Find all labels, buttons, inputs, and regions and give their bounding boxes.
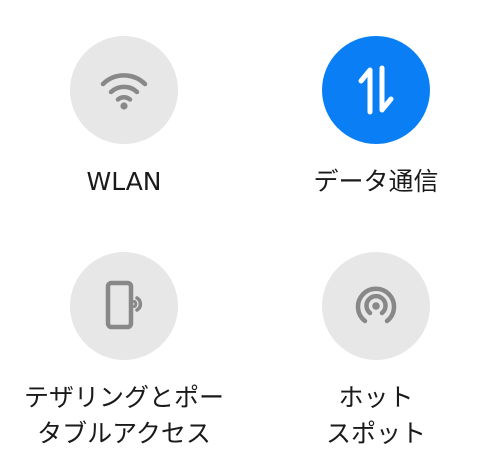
tile-hotspot: ホット スポット — [256, 252, 496, 452]
tile-data: データ通信 — [256, 36, 496, 200]
wlan-toggle-button[interactable] — [70, 36, 178, 144]
wlan-label: WLAN — [86, 167, 162, 196]
data-label: データ通信 — [313, 167, 439, 196]
data-transfer-icon — [358, 65, 394, 115]
tethering-toggle-button[interactable] — [70, 252, 178, 360]
tile-wlan: WLAN — [4, 36, 244, 200]
hotspot-icon — [355, 286, 397, 324]
hotspot-toggle-button[interactable] — [322, 252, 430, 360]
tethering-label: テザリングとポー タブルアクセス — [23, 383, 224, 448]
tile-tethering: テザリングとポー タブルアクセス — [4, 252, 244, 452]
phone-tethering-icon — [105, 280, 143, 330]
hotspot-label: ホット スポット — [325, 383, 426, 448]
data-toggle-button[interactable] — [322, 36, 430, 144]
wifi-icon — [100, 73, 148, 110]
